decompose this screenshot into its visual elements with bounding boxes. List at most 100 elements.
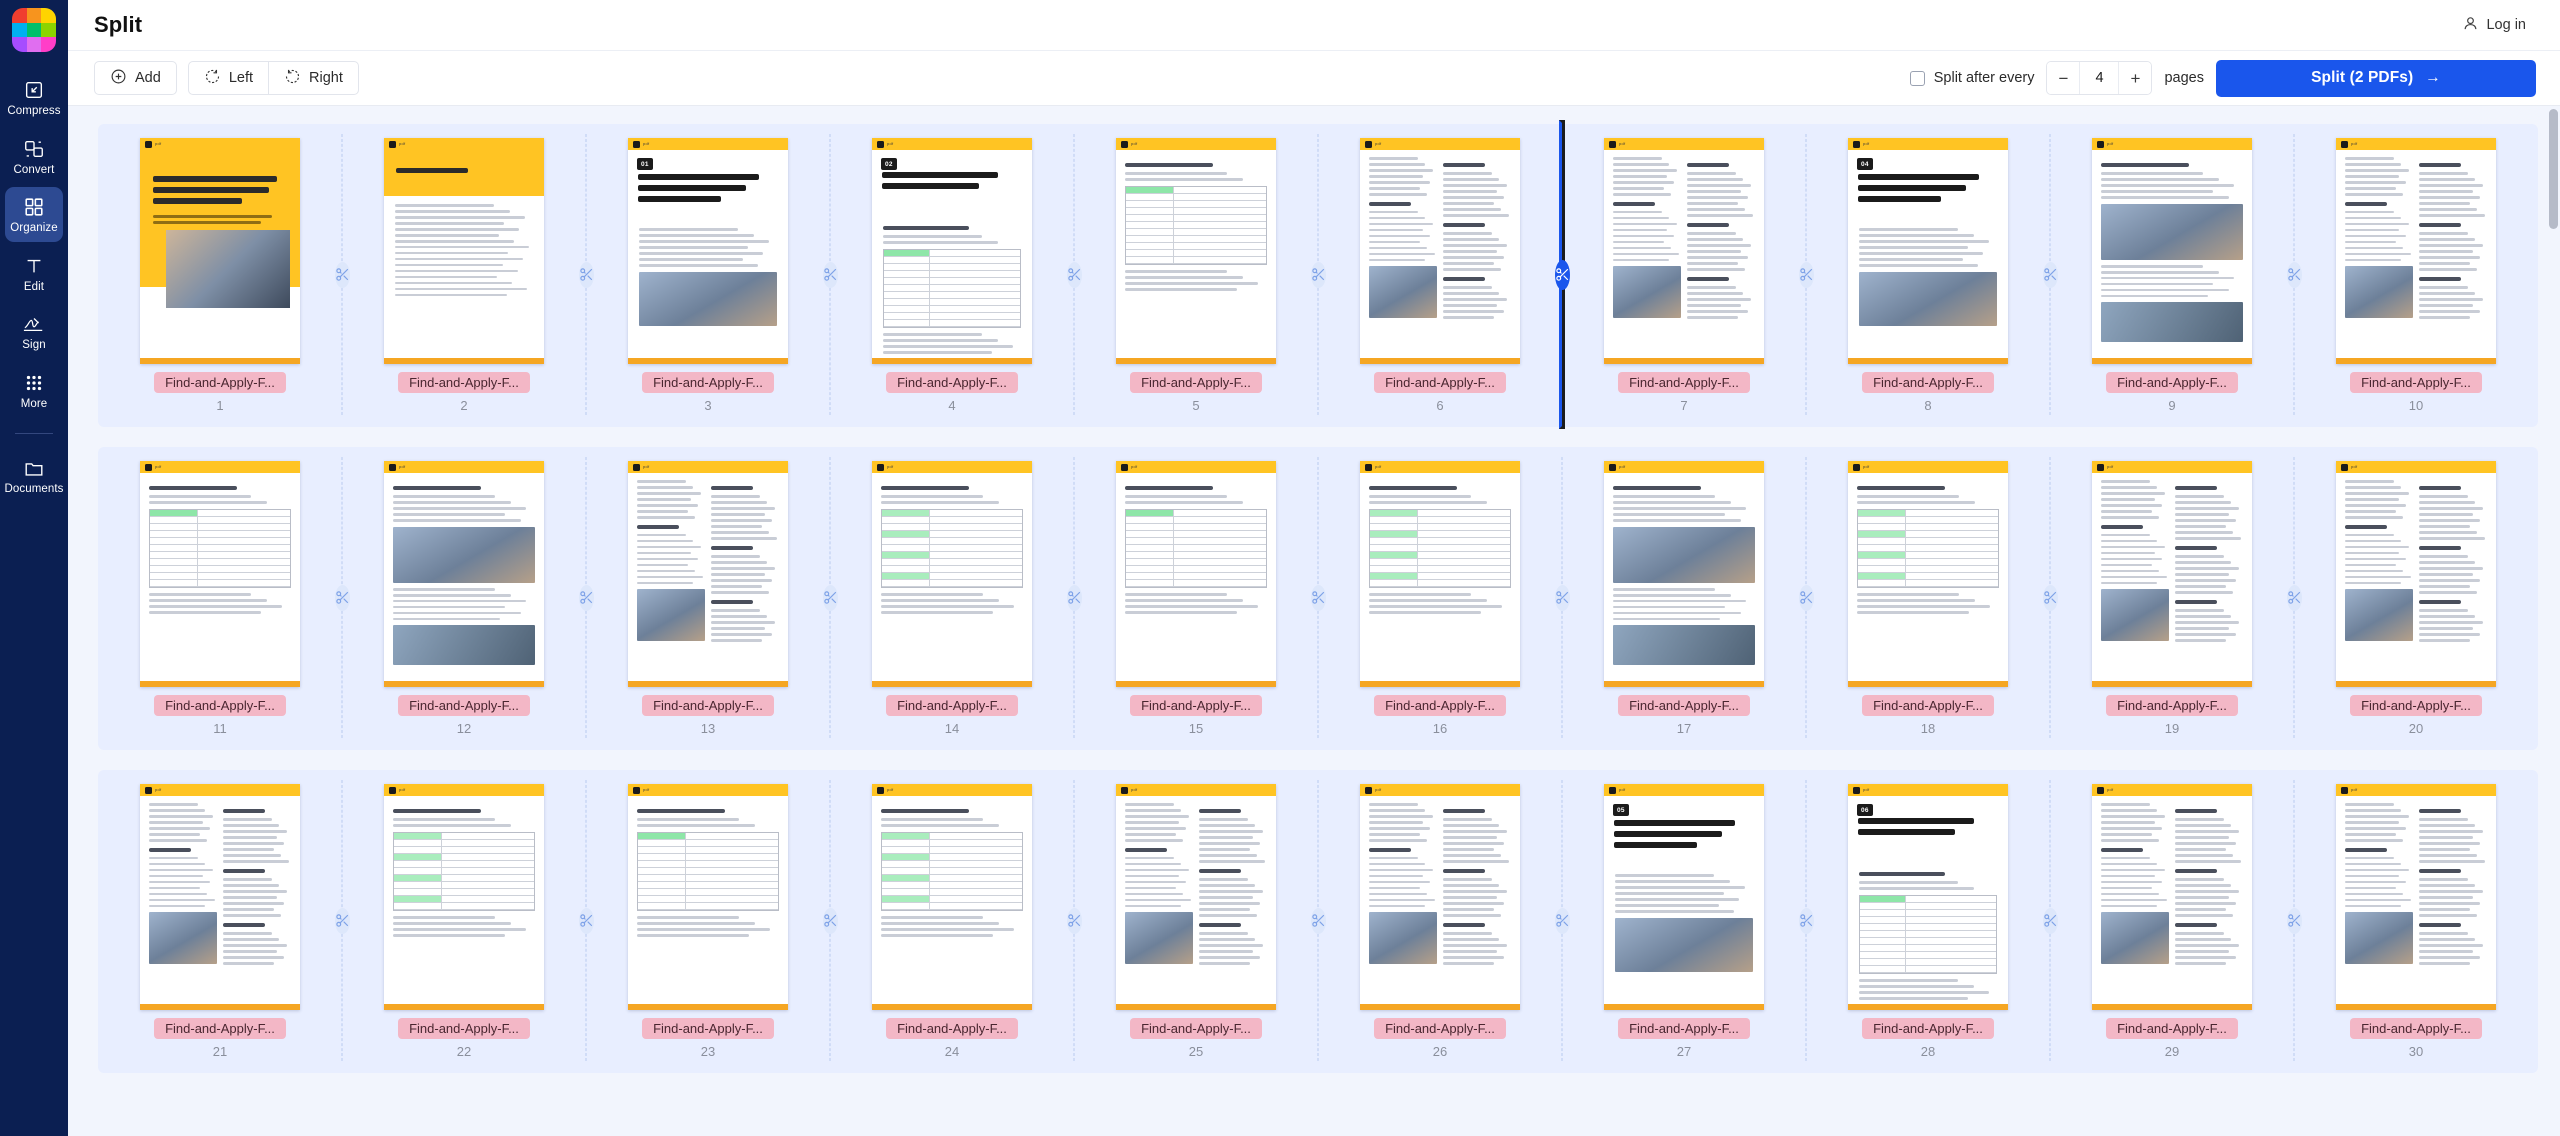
scissors-icon[interactable] [334,261,350,288]
page-thumbnail[interactable]: pdf [1604,138,1764,364]
sidebar-item-edit[interactable]: Edit [5,246,63,301]
sidebar-footer-nav: Documents [0,448,68,507]
login-button[interactable]: Log in [2450,8,2538,42]
page-number: 26 [1432,1044,1448,1059]
page-thumbnail[interactable]: pdf [2336,138,2496,364]
scissors-icon[interactable] [1310,907,1326,934]
page-thumbnail[interactable]: pdf [872,461,1032,687]
page-cell: pdf Find-and-Apply-F... 23 [586,776,838,1065]
page-thumbnail[interactable]: pdf [384,138,544,364]
page-thumbnail[interactable]: pdf 04 [1848,138,2008,364]
page-thumbnail[interactable]: pdf [1604,461,1764,687]
page-cell: pdf Find-and-Apply-F... 1 [98,130,350,419]
app-logo[interactable] [12,8,56,52]
page-thumbnail[interactable]: pdf [140,138,300,364]
scissors-icon[interactable] [2042,907,2058,934]
page-thumbnail[interactable]: pdf [628,461,788,687]
split-button[interactable]: Split (2 PDFs) → [2216,59,2536,97]
page-number: 24 [944,1044,960,1059]
page-thumbnail[interactable]: pdf [140,461,300,687]
scissors-icon[interactable] [1554,584,1570,611]
app-root: Compress Convert Organize Edit Sign More Docu… [0,0,2560,1136]
increment-button[interactable]: + [2119,62,2152,94]
scissors-icon[interactable] [2042,261,2058,288]
scrollbar-thumb[interactable] [2549,109,2558,229]
scissors-icon[interactable] [578,584,594,611]
sidebar-item-organize[interactable]: Organize [5,187,63,242]
page-thumbnail[interactable]: pdf 02 [872,138,1032,364]
scissors-icon[interactable] [2286,261,2302,288]
sidebar-item-more[interactable]: More [5,363,63,418]
scissors-icon[interactable] [1310,261,1326,288]
scissors-icon[interactable] [2286,584,2302,611]
page-number: 5 [1192,398,1200,413]
scissors-icon[interactable] [2042,584,2058,611]
checkbox-box[interactable] [1909,70,1925,86]
page-file-label: Find-and-Apply-F... [886,695,1018,716]
page-thumbnail[interactable]: pdf [2336,461,2496,687]
page-thumbnail[interactable]: pdf [2092,138,2252,364]
page-thumbnail[interactable]: pdf 06 [1848,784,2008,1010]
scissors-icon[interactable] [1066,584,1082,611]
page-thumbnail[interactable]: pdf [1116,138,1276,364]
page-thumbnail[interactable]: pdf [1116,461,1276,687]
page-thumbnail[interactable]: pdf [1360,461,1520,687]
page-thumbnail[interactable]: pdf [1116,784,1276,1010]
scissors-icon[interactable] [334,584,350,611]
logo-cell [26,37,42,52]
sidebar-item-sign[interactable]: Sign [5,304,63,359]
rotate-left-icon [204,68,221,89]
page-thumbnail[interactable]: pdf [1848,461,2008,687]
sidebar-item-documents[interactable]: Documents [4,448,63,503]
decrement-button[interactable]: − [2047,62,2080,94]
split-after-every-checkbox[interactable]: Split after every [1909,70,2034,86]
page-thumbnail[interactable]: pdf 05 [1604,784,1764,1010]
rotate-right-icon [284,68,301,89]
sidebar-item-convert[interactable]: Convert [5,129,63,184]
page-file-label: Find-and-Apply-F... [886,1018,1018,1039]
scissors-icon[interactable] [334,907,350,934]
toolbar: Add Left Right Split after every − 4 + p… [68,51,2560,106]
scissors-icon[interactable] [1066,261,1082,288]
scissors-icon[interactable] [1554,907,1570,934]
sidebar-item-label: Sign [22,339,46,351]
page-thumbnail[interactable]: pdf [2336,784,2496,1010]
scissors-icon[interactable] [1798,584,1814,611]
vertical-scrollbar[interactable] [2549,109,2558,1133]
rotate-left-button[interactable]: Left [187,61,269,95]
page-number: 25 [1188,1044,1204,1059]
page-thumbnail[interactable]: pdf [1360,138,1520,364]
scissors-icon[interactable] [1798,261,1814,288]
scissors-icon[interactable] [1310,584,1326,611]
scissors-icon[interactable] [822,584,838,611]
page-thumbnail[interactable]: pdf [384,461,544,687]
logo-cell [26,8,42,23]
logo-cell [41,8,56,23]
sidebar: Compress Convert Organize Edit Sign More Docu… [0,0,68,1136]
pages-canvas[interactable]: pdf Find-and-Apply-F... 1 pdf Find-and-Apply… [68,106,2560,1136]
scissors-icon[interactable] [822,261,838,288]
page-thumbnail[interactable]: pdf [872,784,1032,1010]
page-file-label: Find-and-Apply-F... [2350,695,2482,716]
page-thumbnail[interactable]: pdf 01 [628,138,788,364]
page-count-value[interactable]: 4 [2079,62,2120,94]
page-thumbnail[interactable]: pdf [2092,784,2252,1010]
scissors-icon[interactable] [1554,259,1570,290]
scissors-icon[interactable] [578,907,594,934]
page-thumbnail[interactable]: pdf [2092,461,2252,687]
sidebar-item-compress[interactable]: Compress [5,70,63,125]
page-file-label: Find-and-Apply-F... [1618,372,1750,393]
split-button-label: Split (2 PDFs) [2311,69,2414,86]
scissors-icon[interactable] [2286,907,2302,934]
page-thumbnail[interactable]: pdf [140,784,300,1010]
scissors-icon[interactable] [1066,907,1082,934]
rotate-right-button[interactable]: Right [268,61,359,95]
page-thumbnail[interactable]: pdf [628,784,788,1010]
add-button[interactable]: Add [94,61,177,95]
scissors-icon[interactable] [578,261,594,288]
page-number: 17 [1676,721,1692,736]
scissors-icon[interactable] [1798,907,1814,934]
scissors-icon[interactable] [822,907,838,934]
page-thumbnail[interactable]: pdf [384,784,544,1010]
page-thumbnail[interactable]: pdf [1360,784,1520,1010]
